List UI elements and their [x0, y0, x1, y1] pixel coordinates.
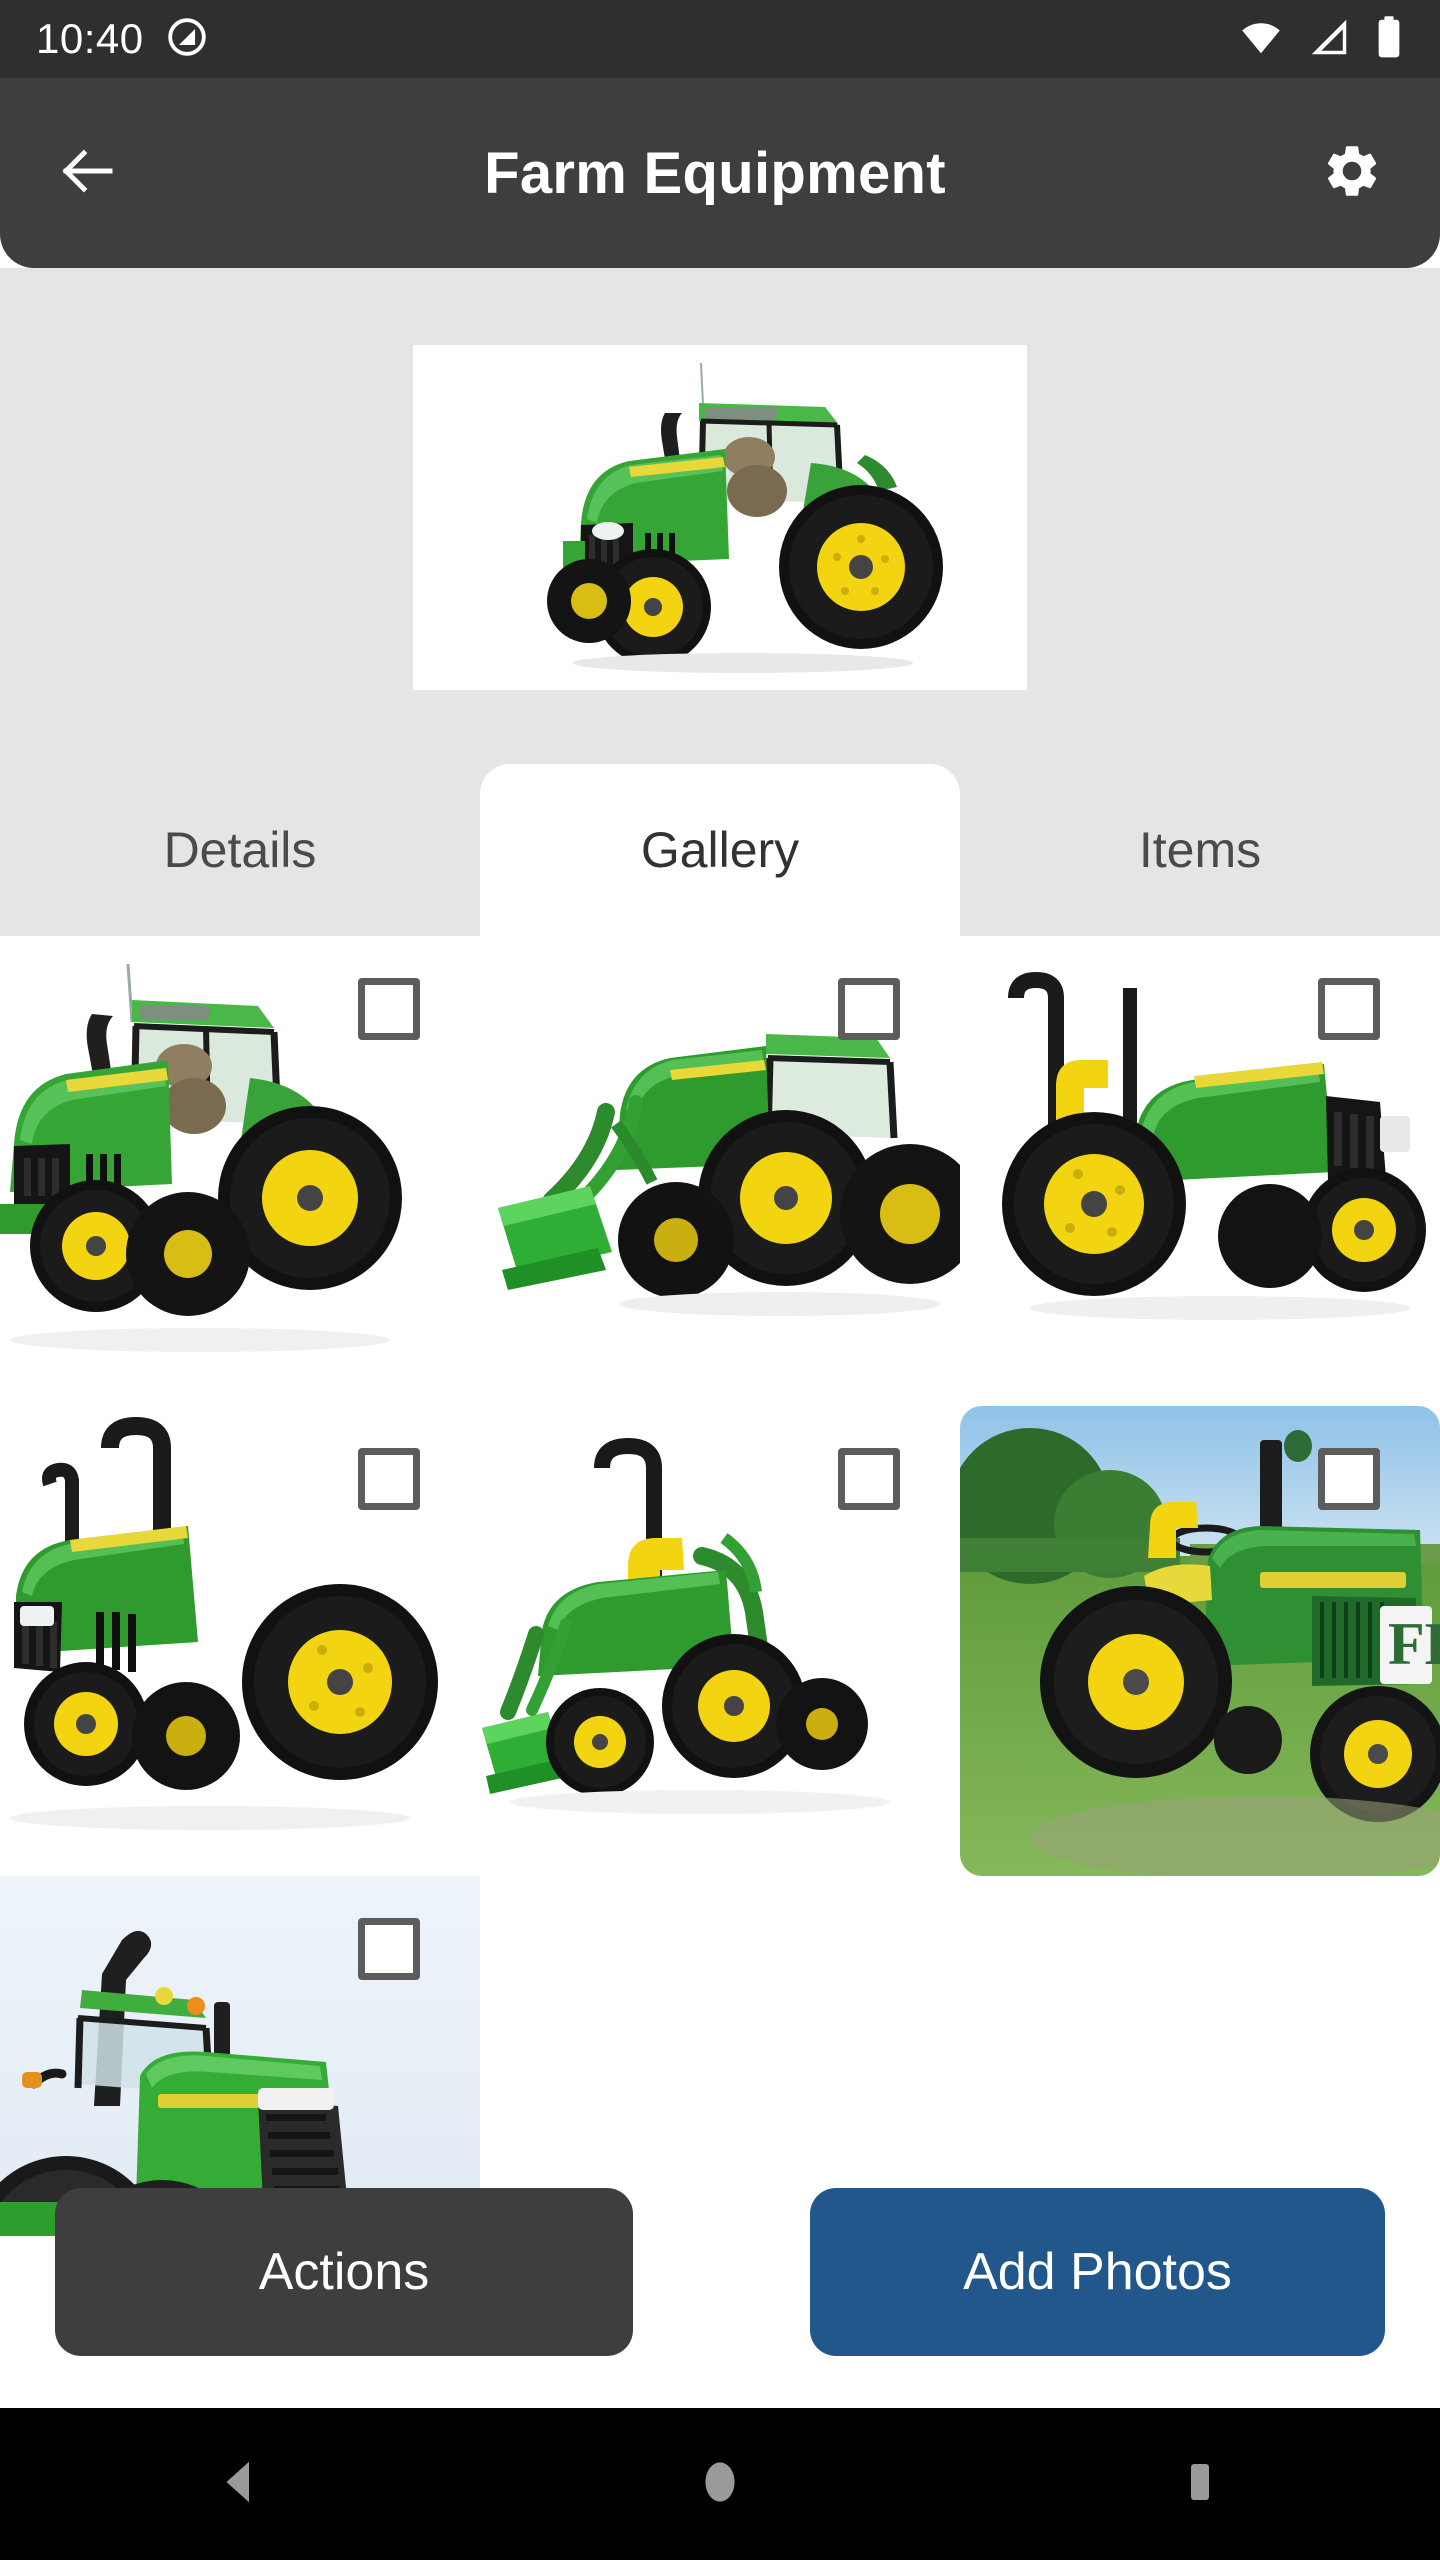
photo-select-checkbox[interactable]	[838, 1448, 900, 1510]
status-bar-right	[1238, 14, 1404, 65]
bottom-button-bar: Actions Add Photos	[0, 2180, 1440, 2408]
photo-select-checkbox[interactable]	[838, 978, 900, 1040]
app-bar: Farm Equipment	[0, 78, 1440, 268]
status-bar-clock: 10:40	[36, 15, 144, 62]
status-bar-left: 10:40	[36, 16, 208, 63]
photo-select-checkbox[interactable]	[358, 978, 420, 1040]
back-button[interactable]	[40, 125, 136, 221]
tab-details-label: Details	[163, 822, 317, 878]
photo-select-checkbox[interactable]	[1318, 1448, 1380, 1510]
tab-items-label: Items	[1138, 822, 1262, 878]
do-not-disturb-icon	[166, 16, 208, 63]
settings-button[interactable]	[1304, 125, 1400, 221]
tab-gallery[interactable]: Gallery	[480, 764, 960, 936]
nav-back-button[interactable]	[180, 2424, 300, 2544]
gallery-item[interactable]	[960, 936, 1440, 1406]
actions-button[interactable]: Actions	[55, 2188, 633, 2356]
status-bar: 10:40	[0, 0, 1440, 78]
gallery-item[interactable]	[0, 936, 480, 1406]
gallery-item[interactable]	[0, 1406, 480, 1876]
tab-gallery-label: Gallery	[640, 822, 800, 878]
gallery-item[interactable]	[480, 1406, 960, 1876]
tab-items[interactable]: Items	[960, 764, 1440, 936]
photo-select-checkbox[interactable]	[358, 1448, 420, 1510]
gallery-grid-container: FB	[0, 936, 1440, 2236]
phone-screen: 10:40 Farm Equipment Details Gallery Ite…	[0, 0, 1440, 2560]
header-image-area	[0, 268, 1440, 764]
nav-recents-icon	[1176, 2458, 1224, 2511]
tab-details[interactable]: Details	[0, 764, 480, 936]
nav-back-icon	[213, 2455, 267, 2514]
hero-tractor-illustration	[413, 345, 1027, 690]
wifi-icon	[1238, 14, 1284, 65]
back-arrow-icon	[55, 138, 121, 209]
svg-text:FB: FB	[1388, 1611, 1440, 1677]
gallery-item[interactable]: FB	[960, 1406, 1440, 1876]
hero-image[interactable]	[413, 345, 1027, 690]
cellular-signal-icon	[1306, 14, 1352, 65]
add-photos-button[interactable]: Add Photos	[810, 2188, 1385, 2356]
tab-bar: Details Gallery Items	[0, 764, 1440, 936]
page-title: Farm Equipment	[484, 140, 946, 206]
android-nav-bar	[0, 2408, 1440, 2560]
actions-button-label: Actions	[258, 2243, 430, 2301]
photo-select-checkbox[interactable]	[358, 1918, 420, 1980]
nav-home-button[interactable]	[660, 2424, 780, 2544]
nav-recents-button[interactable]	[1140, 2424, 1260, 2544]
add-photos-button-label: Add Photos	[963, 2243, 1232, 2301]
gallery-grid: FB	[0, 936, 1440, 2236]
nav-home-icon	[695, 2457, 745, 2512]
battery-icon	[1374, 14, 1404, 65]
gallery-item[interactable]	[480, 936, 960, 1406]
gear-icon	[1321, 140, 1383, 207]
photo-select-checkbox[interactable]	[1318, 978, 1380, 1040]
